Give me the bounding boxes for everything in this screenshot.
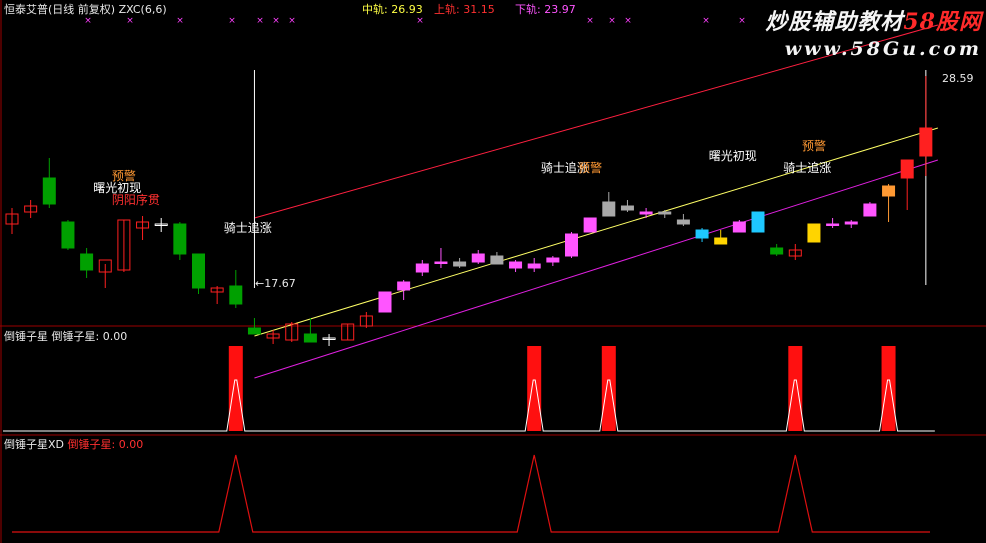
signal-annotation: 阴阳序贯: [111, 193, 160, 207]
signal-bar: [228, 346, 243, 431]
signal-annotation: 曙光初现: [708, 149, 757, 163]
signal-panel: [3, 346, 935, 432]
cross-marker: ×: [624, 16, 632, 26]
candle-body: [900, 159, 914, 179]
panel-borders: [0, 0, 986, 543]
channel-lower-line: [254, 159, 939, 379]
price-low-label: ←17.67: [255, 277, 296, 290]
candle-body: [639, 211, 653, 215]
candle-body: [583, 217, 597, 233]
cross-marker: ×: [272, 16, 280, 26]
candle-body: [247, 327, 261, 335]
candle-body: [695, 229, 709, 239]
signal-bar: [788, 346, 803, 431]
candle-body: [919, 127, 933, 157]
panel3-title: 倒锤子星XD 倒锤子星: 0.00: [4, 438, 143, 451]
cross-marker: ×: [176, 16, 184, 26]
watermark-url: www.58Gu.com: [784, 38, 982, 60]
price-channel: [253, 24, 939, 379]
candle-body: [882, 185, 896, 197]
watermark-brand-red: 58股网: [903, 9, 982, 35]
candle-body: [229, 285, 243, 305]
candle-body: [434, 261, 448, 264]
candle-body: [509, 261, 523, 269]
candle-body: [714, 237, 728, 245]
panel3-name: 倒锤子星XD: [4, 438, 65, 451]
cross-marker: ×: [84, 16, 92, 26]
signal-annotation: 骑士追涨: [783, 161, 832, 175]
mid-band-label: 中轨: 26.93: [362, 3, 423, 16]
candle-body: [770, 247, 784, 255]
cross-markers: × × × × × × × × × × × × ×: [84, 16, 746, 26]
candle-body: [676, 219, 690, 225]
signal-bar: [881, 346, 896, 431]
candle-body: [546, 257, 560, 263]
candle-body: [453, 261, 467, 267]
panel2-name: 倒锤子星: [4, 330, 48, 343]
candlestick-series: [5, 76, 933, 346]
candle-body: [471, 253, 485, 263]
cross-marker: ×: [416, 16, 424, 26]
signal-annotation: 骑士追涨: [223, 221, 272, 235]
cross-marker: ×: [288, 16, 296, 26]
candle-body: [658, 211, 672, 215]
upper-band-label: 上轨: 31.15: [434, 3, 495, 16]
candle-body: [620, 205, 634, 211]
candle-body: [192, 253, 205, 289]
candle-body: [826, 223, 840, 226]
candle-body: [751, 211, 765, 233]
signal-annotation: 预警: [801, 139, 826, 153]
signal-xd-panel: [12, 454, 930, 533]
candle-body: [565, 233, 578, 257]
cross-marker: ×: [126, 16, 134, 26]
indicator-name: ZXC(6,6): [118, 3, 167, 16]
watermark: 炒股辅助教材58股网 www.58Gu.com: [765, 4, 982, 60]
candle-body: [80, 253, 94, 271]
chart-canvas: × × × × × × × × × × × × ×: [0, 0, 986, 543]
stock-title: 恒泰艾普(日线 前复权) ZXC(6,6): [4, 3, 167, 16]
watermark-brand: 炒股辅助教材: [765, 9, 904, 35]
cross-marker: ×: [228, 16, 236, 26]
candle-body: [490, 255, 504, 265]
cross-marker: ×: [702, 16, 710, 26]
lower-band-label: 下轨: 23.97: [515, 3, 576, 16]
panel2-value: 倒锤子星: 0.00: [51, 330, 128, 343]
candle-body: [397, 281, 411, 291]
signal-xd-trace: [12, 454, 930, 533]
candle-body: [42, 177, 56, 205]
candle-body: [415, 263, 429, 273]
candle-body: [863, 203, 877, 217]
candle-body: [527, 263, 541, 269]
price-high-label: 28.59: [942, 72, 974, 85]
candle-body: [844, 221, 858, 225]
candle-body: [303, 333, 317, 343]
candle-body: [61, 221, 75, 249]
signal-annotation: 预警: [578, 161, 603, 175]
cross-marker: ×: [608, 16, 616, 26]
candle-body: [173, 223, 187, 255]
stock-name: 恒泰艾普(日线 前复权): [4, 3, 116, 16]
signal-bar: [601, 346, 616, 431]
cross-marker: ×: [738, 16, 746, 26]
panel3-value: 倒锤子星: 0.00: [67, 438, 144, 451]
panel2-title: 倒锤子星 倒锤子星: 0.00: [4, 330, 127, 343]
cross-marker: ×: [586, 16, 594, 26]
candle-body: [378, 291, 392, 313]
candle-body: [732, 221, 746, 233]
candle-body: [807, 223, 821, 243]
candle-body: [602, 201, 616, 217]
cross-marker: ×: [256, 16, 264, 26]
signal-bar: [527, 346, 542, 431]
